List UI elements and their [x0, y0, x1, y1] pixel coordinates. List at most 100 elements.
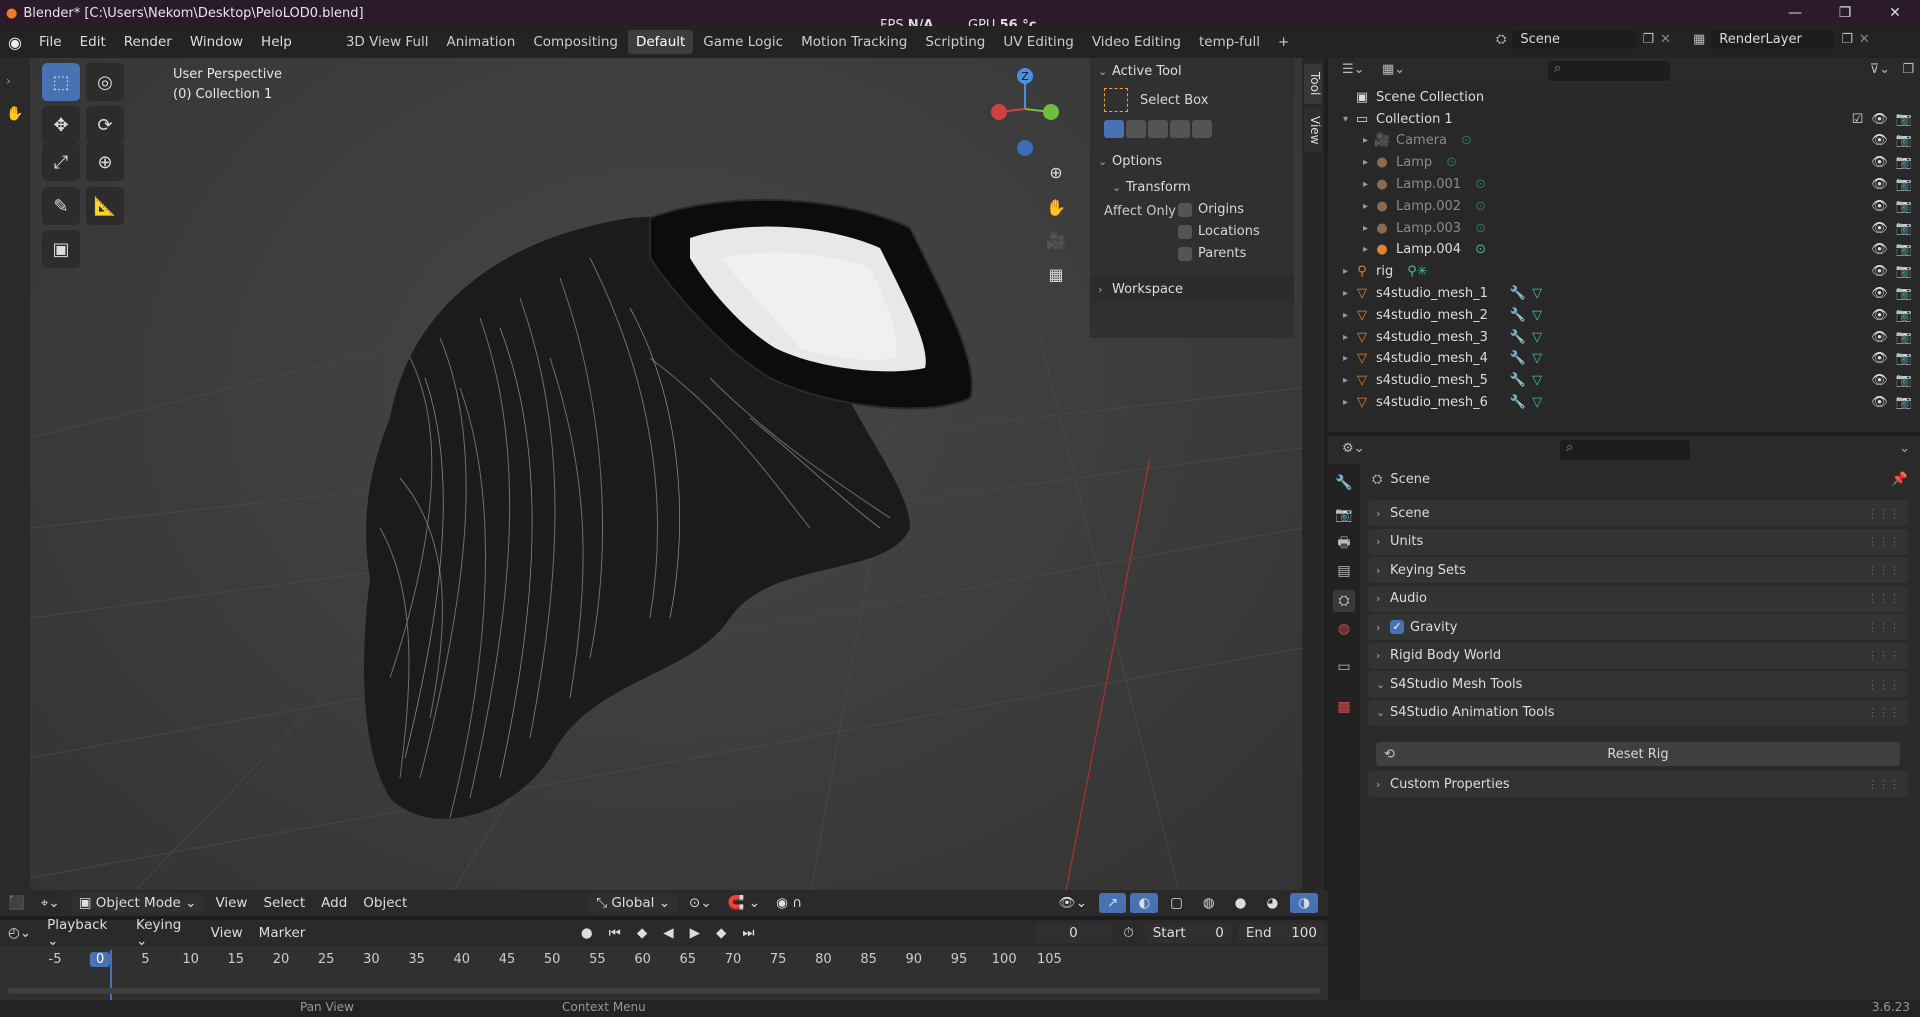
shading-rendered-icon[interactable]: ◑	[1290, 893, 1318, 913]
tab-tool[interactable]: Tool	[1304, 64, 1322, 104]
reset-rig-button[interactable]: ⟲ Reset Rig	[1376, 742, 1900, 766]
outliner-row[interactable]: ▸ ▽ s4studio_mesh_6 🔧 ▽ 👁 📷	[1328, 391, 1920, 413]
object-data-icon[interactable]: ⊙	[1446, 155, 1457, 170]
blender-menu-icon[interactable]: ◉	[0, 33, 30, 52]
outliner-row[interactable]: ▸ ▽ s4studio_mesh_3 🔧 ▽ 👁 📷	[1328, 326, 1920, 348]
rotate-tool[interactable]: ⟳	[86, 106, 124, 144]
camera-view-icon[interactable]: 🎥	[1042, 226, 1070, 254]
outliner-search-input[interactable]: ⌕	[1548, 61, 1670, 81]
expand-arrow-icon[interactable]: ▸	[1328, 244, 1374, 255]
object-mode-dropdown[interactable]: ▣ Object Mode ⌄	[70, 893, 205, 913]
eye-icon[interactable]: 👁	[1871, 199, 1888, 214]
eye-icon[interactable]: 👁	[1871, 308, 1888, 323]
menu-object[interactable]: Object	[355, 893, 415, 913]
tab-uv-editing[interactable]: UV Editing	[995, 30, 1081, 54]
panel-gravity[interactable]: › ✓ Gravity ⋮⋮⋮	[1368, 614, 1908, 640]
menu-window[interactable]: Window	[181, 34, 252, 50]
gravity-checkbox[interactable]: ✓	[1390, 620, 1404, 634]
ortho-toggle-icon[interactable]: ▦	[1042, 260, 1070, 288]
render-visibility-icon[interactable]: 📷	[1896, 177, 1912, 192]
tab-animation[interactable]: Animation	[439, 30, 524, 54]
object-data-icon[interactable]: ⊙	[1475, 242, 1486, 257]
mesh-data-icon[interactable]: ▽	[1532, 395, 1542, 410]
object-data-icon[interactable]: ⚲✳	[1407, 264, 1427, 279]
delete-scene-icon[interactable]: ✕	[1660, 32, 1671, 47]
drag-handle-icon[interactable]: ⋮⋮⋮	[1867, 592, 1900, 605]
properties-search-input[interactable]: ⌕	[1560, 440, 1690, 460]
tab-scripting[interactable]: Scripting	[917, 30, 993, 54]
outliner-row[interactable]: ▸ ▽ s4studio_mesh_5 🔧 ▽ 👁 📷	[1328, 370, 1920, 392]
options-header[interactable]: ⌄ Options	[1090, 148, 1294, 174]
drag-handle-icon[interactable]: ⋮⋮⋮	[1867, 706, 1900, 719]
tool-settings-icon[interactable]: 🔧	[1333, 472, 1355, 494]
eye-icon[interactable]: 👁	[1871, 242, 1888, 257]
shading-solid-icon[interactable]: ●	[1227, 893, 1255, 913]
render-visibility-icon[interactable]: 📷	[1896, 242, 1912, 257]
drag-handle-icon[interactable]: ⋮⋮⋮	[1867, 649, 1900, 662]
mode-set-icon[interactable]	[1104, 120, 1124, 138]
render-visibility-icon[interactable]: 📷	[1896, 199, 1912, 214]
eye-icon[interactable]: 👁	[1871, 133, 1888, 148]
outliner-row[interactable]: ▸ ⚲ rig ⚲✳ 👁 📷	[1328, 261, 1920, 283]
origins-checkbox[interactable]: Origins	[1178, 202, 1244, 217]
outliner-row[interactable]: ▸ ▽ s4studio_mesh_2 🔧 ▽ 👁 📷	[1328, 304, 1920, 326]
cursor-tool[interactable]: ◎	[86, 63, 124, 101]
gizmo-toggle-icon[interactable]: ↗	[1099, 893, 1127, 913]
menu-marker[interactable]: Marker	[251, 923, 314, 943]
orientation-dropdown[interactable]: ⤡ Global ⌄	[588, 893, 679, 913]
expand-arrow-icon[interactable]: ▸	[1328, 332, 1354, 343]
stopwatch-icon[interactable]: ⏱	[1115, 923, 1142, 943]
transform-subheader[interactable]: ⌄ Transform	[1090, 174, 1294, 200]
output-properties-icon[interactable]: 🖶	[1333, 532, 1355, 554]
select-box-tool[interactable]: ⬚	[42, 63, 80, 101]
outliner-row[interactable]: ▸ 🎥 Camera ⊙ 👁 📷	[1328, 130, 1920, 152]
eye-icon[interactable]: 👁	[1871, 177, 1888, 192]
expand-arrow-icon[interactable]: ▸	[1328, 266, 1354, 277]
view-layer-icon[interactable]: ▤	[1333, 560, 1355, 582]
pivot-icon[interactable]: ⊙⌄	[681, 893, 720, 913]
modifier-icon[interactable]: 🔧	[1510, 373, 1526, 388]
visibility-icon[interactable]: 👁⌄	[1051, 893, 1095, 913]
overlay-toggle-icon[interactable]: ◐	[1130, 893, 1159, 913]
jump-end-icon[interactable]: ⏭	[734, 923, 762, 943]
tab-motion-tracking[interactable]: Motion Tracking	[793, 30, 915, 54]
shading-wire-icon[interactable]: ◍	[1195, 893, 1223, 913]
eye-icon[interactable]: 👁	[1871, 373, 1888, 388]
drag-handle-icon[interactable]: ⋮⋮⋮	[1867, 621, 1900, 634]
add-cube-tool[interactable]: ▣	[42, 230, 80, 268]
expand-arrow-icon[interactable]: ▸	[1328, 157, 1374, 168]
outliner-row[interactable]: ▸ ● Lamp.004 ⊙ 👁 📷	[1328, 239, 1920, 261]
outliner-row[interactable]: ▸ ▽ s4studio_mesh_4 🔧 ▽ 👁 📷	[1328, 348, 1920, 370]
shading-material-icon[interactable]: ◕	[1258, 893, 1286, 913]
eye-icon[interactable]: 👁	[1871, 264, 1888, 279]
menu-view[interactable]: View	[207, 893, 255, 913]
expand-toolbar-icon[interactable]: ›	[6, 74, 11, 88]
hand-icon[interactable]: ✋	[6, 106, 23, 122]
menu-timeline-view[interactable]: View	[203, 923, 251, 943]
render-visibility-icon[interactable]: 📷	[1896, 351, 1912, 366]
tab-compositing[interactable]: Compositing	[525, 30, 626, 54]
timeline-editor-icon[interactable]: ◴⌄	[0, 923, 39, 943]
new-layer-icon[interactable]: ❐	[1841, 32, 1853, 47]
expand-arrow-icon[interactable]: ▾	[1328, 114, 1354, 125]
expand-arrow-icon[interactable]: ▸	[1328, 288, 1354, 299]
tab-view[interactable]: View	[1304, 108, 1322, 152]
render-visibility-icon[interactable]: 📷	[1896, 395, 1912, 410]
object-data-icon[interactable]: ⊙	[1461, 133, 1472, 148]
expand-arrow-icon[interactable]: ▸	[1328, 223, 1374, 234]
panel-rigid-body-world[interactable]: › Rigid Body World ⋮⋮⋮	[1368, 642, 1908, 669]
eye-icon[interactable]: 👁	[1871, 330, 1888, 345]
next-keyframe-icon[interactable]: ◆	[708, 923, 734, 943]
drag-handle-icon[interactable]: ⋮⋮⋮	[1867, 535, 1900, 548]
jump-start-icon[interactable]: ⏮	[601, 923, 629, 943]
tab-default[interactable]: Default	[627, 30, 694, 54]
exclude-checkbox-icon[interactable]: ☑	[1852, 112, 1864, 127]
properties-options-icon[interactable]: ⌄	[1899, 441, 1910, 456]
render-visibility-icon[interactable]: 📷	[1896, 373, 1912, 388]
outliner-row[interactable]: ▸ ▽ s4studio_mesh_1 🔧 ▽ 👁 📷	[1328, 282, 1920, 304]
measure-tool[interactable]: 📐	[86, 187, 124, 225]
outliner-row[interactable]: ▸ ● Lamp.003 ⊙ 👁 📷	[1328, 217, 1920, 239]
scene-collection-row[interactable]: ▣ Scene Collection	[1328, 86, 1920, 108]
outliner-row[interactable]: ▾ ▭ Collection 1 ☑ 👁 📷	[1328, 108, 1920, 130]
panel-scene[interactable]: › Scene ⋮⋮⋮	[1368, 500, 1908, 526]
